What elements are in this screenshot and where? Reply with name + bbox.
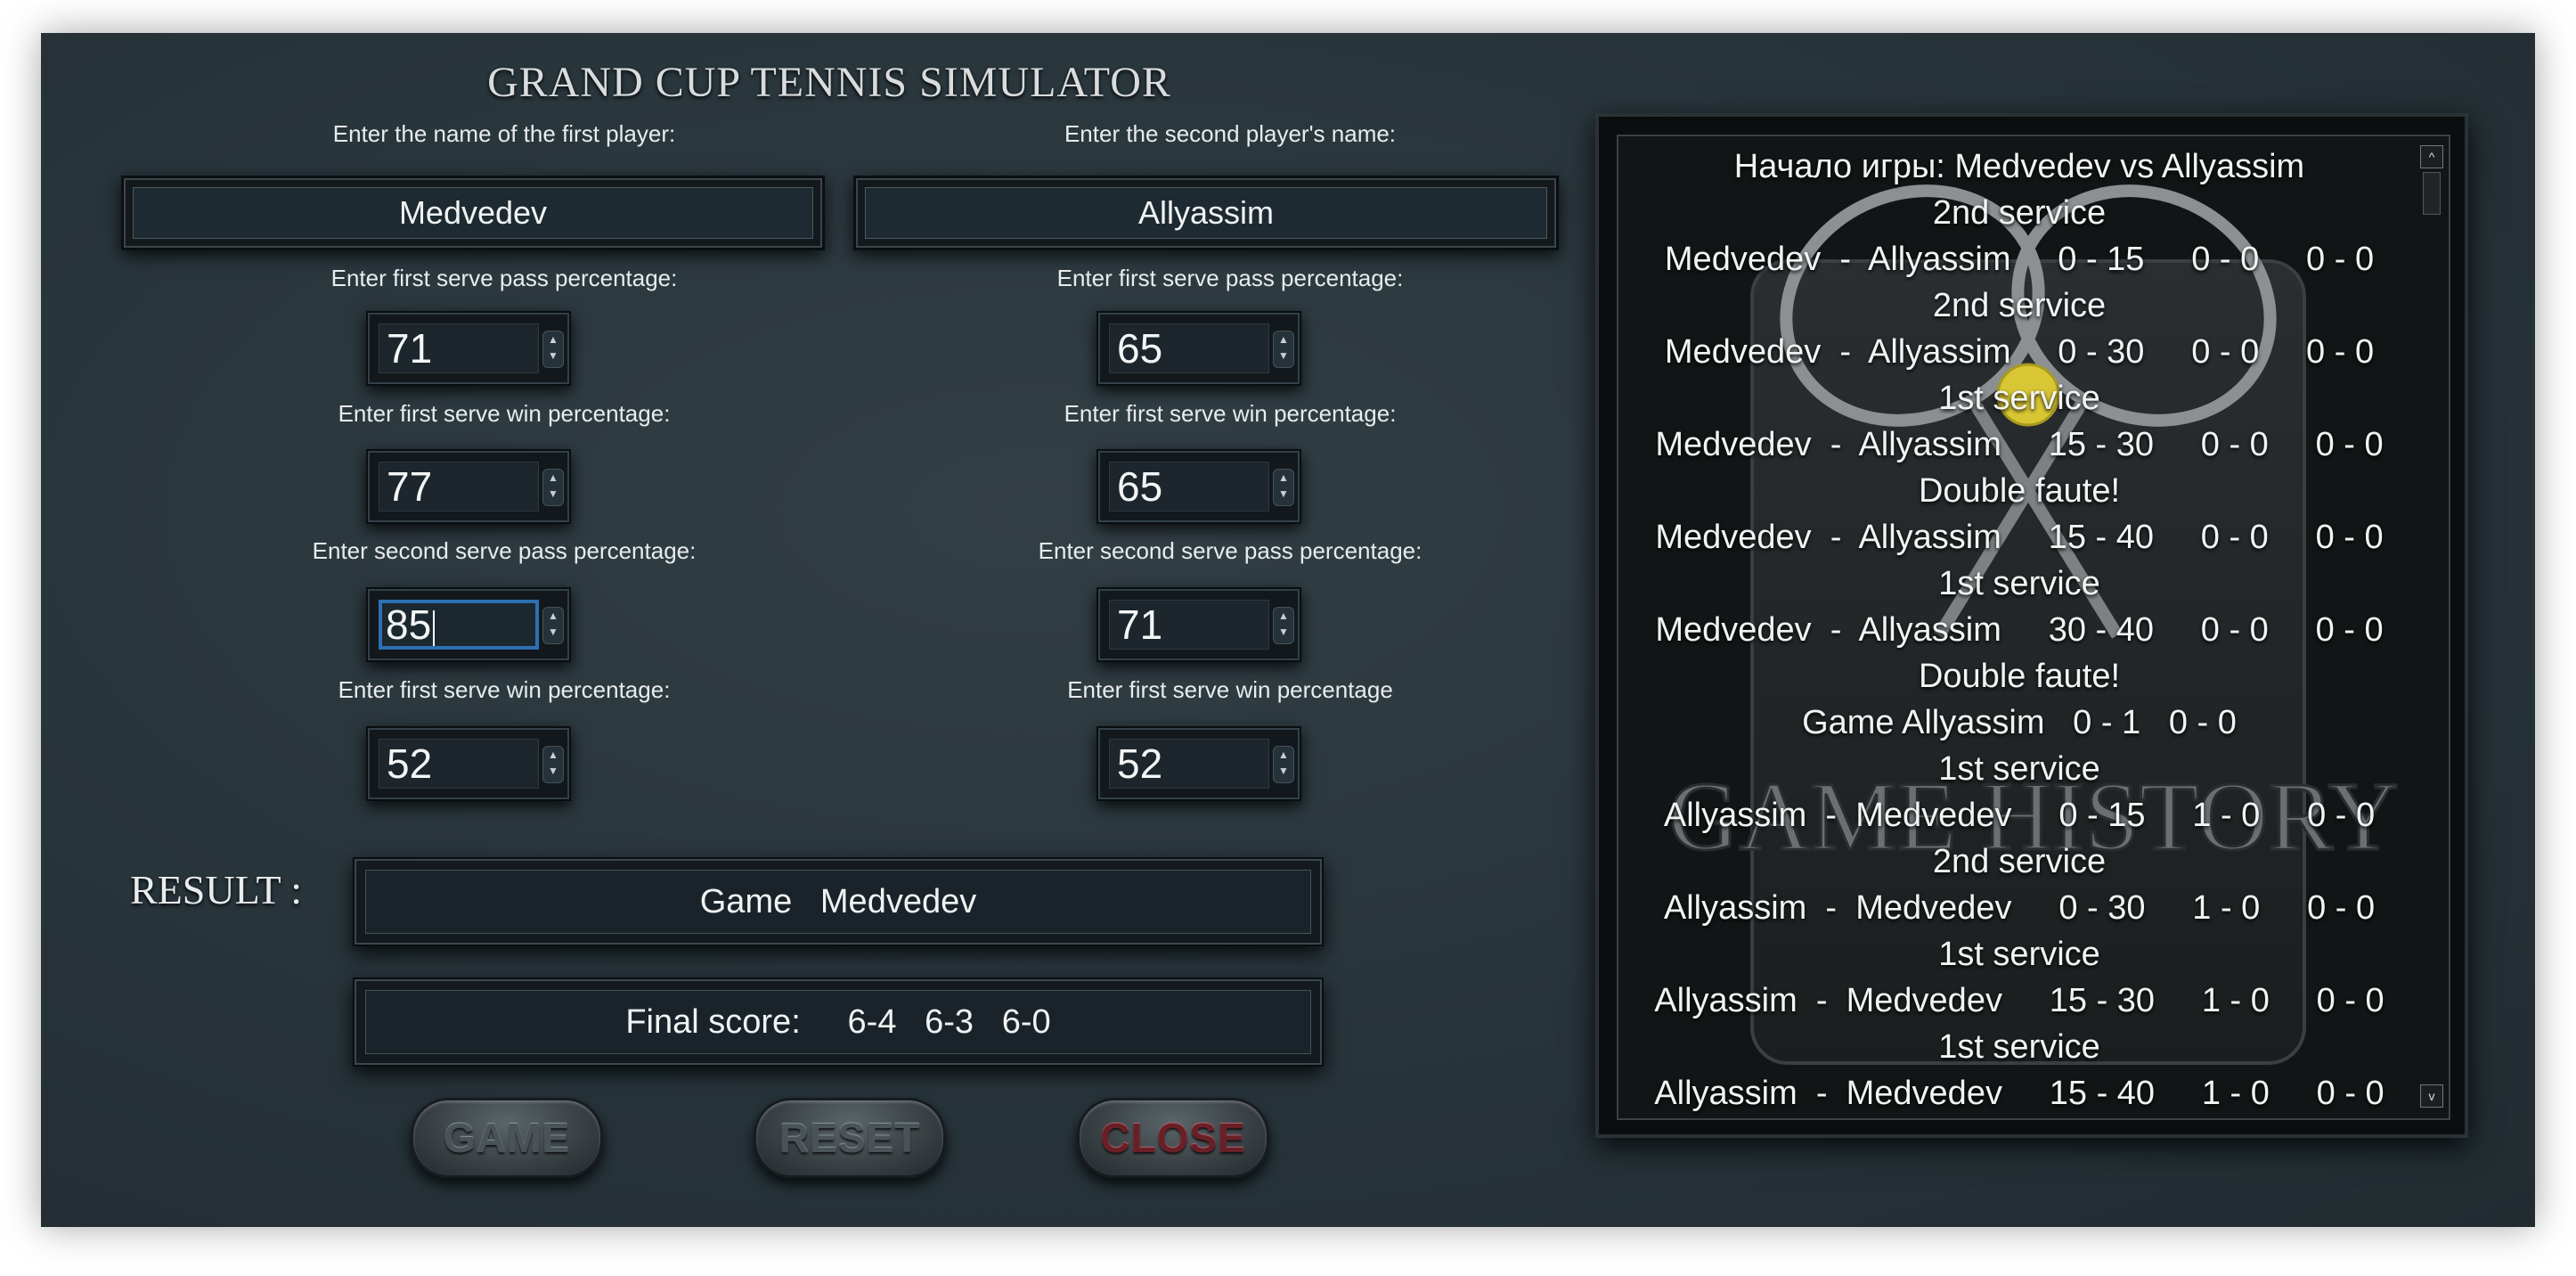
- player1-first-serve-win-stepper[interactable]: 77 ▲ ▼: [366, 449, 571, 524]
- history-scrollbar[interactable]: ^ v: [2420, 145, 2443, 1108]
- player1-first-serve-pass-stepper[interactable]: 71 ▲ ▼: [366, 311, 571, 386]
- spin-value[interactable]: 71: [1109, 600, 1269, 650]
- final-score-text: Final score: 6-4 6-3 6-0: [365, 990, 1311, 1054]
- player2-first-serve-pass-stepper[interactable]: 65 ▲ ▼: [1096, 311, 1301, 386]
- spin-value[interactable]: 71: [379, 323, 539, 373]
- result-game-box: Game Medvedev: [353, 857, 1324, 946]
- result-label: RESULT :: [130, 867, 303, 912]
- spin-value[interactable]: 52: [379, 739, 539, 789]
- close-button[interactable]: CLOSE: [1077, 1098, 1269, 1178]
- scroll-up-icon[interactable]: ^: [2420, 145, 2443, 168]
- history-line: Medvedev - Allyassim 15 - 40 0 - 0 0 - 0: [1655, 519, 2384, 556]
- spin-arrows-icon[interactable]: ▲ ▼: [1273, 607, 1294, 644]
- spin-arrows-icon[interactable]: ▲ ▼: [1273, 331, 1294, 368]
- history-line: Medvedev - Allyassim 0 - 15 0 - 0 0 - 0: [1664, 241, 2375, 278]
- player2-first-serve-win-stepper[interactable]: 65 ▲ ▼: [1096, 449, 1301, 524]
- player1-name-field[interactable]: Medvedev: [121, 176, 825, 250]
- spin-arrows-icon[interactable]: ▲ ▼: [542, 469, 564, 506]
- player2-label-2: Enter first serve win percentage:: [1064, 400, 1397, 427]
- player2-label-4: Enter first serve win percentage: [1067, 676, 1393, 703]
- history-line: 2nd service: [1932, 843, 2107, 880]
- history-line: 2nd service: [1932, 194, 2107, 232]
- text-caret: [433, 609, 436, 646]
- spin-value-focused[interactable]: 85: [379, 600, 539, 650]
- history-line: Double faute!: [1918, 658, 2121, 695]
- history-line: 1st service: [1938, 750, 2100, 788]
- player2-second-serve-win-stepper[interactable]: 52 ▲ ▼: [1096, 726, 1301, 801]
- history-line: Allyassim - Medvedev 15 - 40 1 - 0 0 - 0: [1654, 1075, 2384, 1112]
- history-line: 1st service: [1938, 936, 2100, 973]
- history-line: Allyassim - Medvedev 15 - 30 1 - 0 0 - 0: [1654, 982, 2384, 1019]
- history-line: 1st service: [1938, 380, 2100, 417]
- reset-button[interactable]: RESET: [754, 1098, 946, 1178]
- result-game-text: Game Medvedev: [365, 870, 1311, 934]
- history-line: Allyassim - Medvedev 0 - 15 1 - 0 0 - 0: [1663, 797, 2376, 834]
- spin-arrows-icon[interactable]: ▲ ▼: [542, 746, 564, 783]
- player1-label-1: Enter first serve pass percentage:: [330, 265, 678, 291]
- player1-label-2: Enter first serve win percentage:: [338, 400, 671, 427]
- player2-name-field[interactable]: Allyassim: [853, 176, 1559, 250]
- spin-arrows-icon[interactable]: ▲ ▼: [1273, 469, 1294, 506]
- final-score-box: Final score: 6-4 6-3 6-0: [353, 977, 1324, 1067]
- spin-arrows-icon[interactable]: ▲ ▼: [542, 331, 564, 368]
- spin-value[interactable]: 65: [1109, 323, 1269, 373]
- player2-second-serve-pass-stepper[interactable]: 71 ▲ ▼: [1096, 587, 1301, 662]
- player1-label-3: Enter second serve pass percentage:: [312, 537, 697, 564]
- history-line: Game Allyassim 0 - 1 0 - 0: [1802, 704, 2237, 741]
- history-line: Double faute!: [1918, 472, 2121, 510]
- game-button[interactable]: GAME: [411, 1098, 603, 1178]
- player1-name-label: Enter the name of the first player:: [332, 120, 676, 147]
- player1-label-4: Enter first serve win percentage:: [338, 676, 671, 703]
- spin-arrows-icon[interactable]: ▲ ▼: [1273, 746, 1294, 783]
- game-history-list[interactable]: GAME HISTORY Начало игры: Medvedev vs Al…: [1617, 135, 2450, 1120]
- player1-second-serve-pass-stepper[interactable]: 85 ▲ ▼: [366, 587, 571, 662]
- history-line: Medvedev - Allyassim 0 - 30 0 - 0 0 - 0: [1664, 333, 2375, 371]
- player1-second-serve-win-stepper[interactable]: 52 ▲ ▼: [366, 726, 571, 801]
- history-lines: Начало игры: Medvedev vs Allyassim 2nd se…: [1618, 143, 2420, 1116]
- player2-name-value[interactable]: Allyassim: [865, 187, 1547, 239]
- player2-label-3: Enter second serve pass percentage:: [1038, 537, 1423, 564]
- history-line: Начало игры: Medvedev vs Allyassim: [1733, 148, 2305, 185]
- history-line: Medvedev - Allyassim 15 - 30 0 - 0 0 - 0: [1655, 426, 2384, 463]
- scroll-thumb[interactable]: [2423, 172, 2441, 215]
- spin-value-text: 85: [386, 601, 432, 648]
- scroll-down-icon[interactable]: v: [2420, 1084, 2443, 1108]
- spin-value[interactable]: 65: [1109, 462, 1269, 511]
- history-line: 1st service: [1938, 565, 2100, 602]
- history-line: 2nd service: [1932, 287, 2107, 324]
- player2-name-label: Enter the second player's name:: [1064, 120, 1397, 147]
- app-window: GRAND CUP TENNIS SIMULATOR Enter the nam…: [41, 33, 2535, 1227]
- app-title: GRAND CUP TENNIS SIMULATOR: [487, 59, 1171, 106]
- game-history-panel: GAME HISTORY Начало игры: Medvedev vs Al…: [1595, 113, 2468, 1138]
- spin-value[interactable]: 52: [1109, 739, 1269, 789]
- history-line: Allyassim - Medvedev 0 - 30 1 - 0 0 - 0: [1663, 889, 2376, 927]
- spin-arrows-icon[interactable]: ▲ ▼: [542, 607, 564, 644]
- spin-value[interactable]: 77: [379, 462, 539, 511]
- player1-name-value[interactable]: Medvedev: [133, 187, 813, 239]
- player2-label-1: Enter first serve pass percentage:: [1056, 265, 1404, 291]
- history-line: 1st service: [1938, 1028, 2100, 1066]
- history-line: Medvedev - Allyassim 30 - 40 0 - 0 0 - 0: [1655, 611, 2384, 649]
